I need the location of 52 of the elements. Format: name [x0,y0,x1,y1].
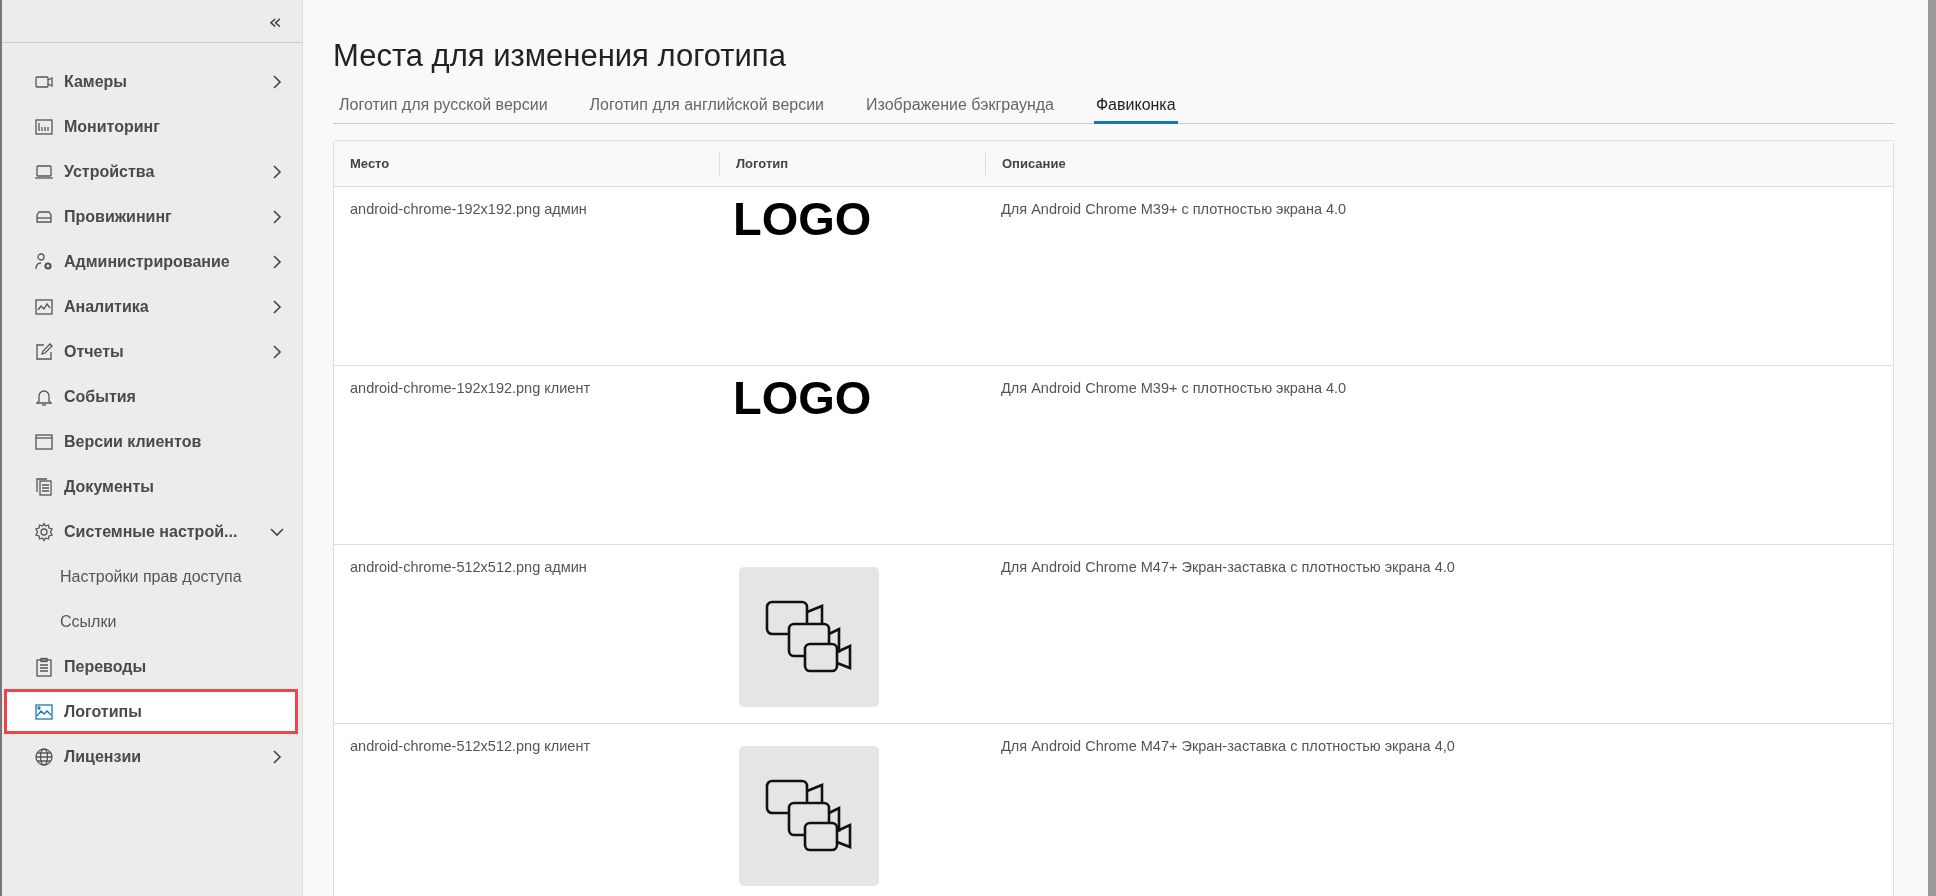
table-cell-text: Для Android Chrome M47+ Экран-заставка с плотностью экрана 4,0 [1000,737,1456,756]
tab[interactable]: Изображение бэкграунда [864,92,1056,124]
collapse-button[interactable]: « [264,8,286,34]
table-cell-text: android-chrome-192x192.png админ [349,200,588,219]
tab[interactable]: Логотип для английской версии [587,92,827,124]
bar-chart-icon [34,116,54,137]
sidebar-item[interactable]: Документы [4,464,298,509]
sidebar-item[interactable]: Переводы [4,644,298,689]
table-cell-text: Для Android Chrome M47+ Экран-заставка с плотностью экрана 4.0 [1000,558,1456,577]
sidebar-item[interactable]: Лицензии [4,734,298,779]
page-title: Места для изменения логотипа [333,38,787,74]
chevron-right-icon[interactable] [270,254,284,269]
column-header: Описание [985,152,1893,175]
sidebar-item[interactable]: Администрирование [4,239,298,284]
sidebar-item[interactable]: Провижининг [4,194,298,239]
image-icon [34,701,54,722]
logo-image: LOGO [733,195,872,242]
logo-image: LOGO [733,374,872,421]
user-gear-icon [34,251,54,272]
clipboard-icon [34,656,54,677]
table-cell-text: android-chrome-192x192.png клиент [349,379,592,398]
table-cell-text: Для Android Chrome M39+ с плотностью экрана 4.0 [1000,379,1348,398]
documents-icon [34,476,54,497]
sidebar-item[interactable]: Аналитика [4,284,298,329]
chevron-right-icon[interactable] [270,164,284,179]
chevron-right-icon[interactable] [270,74,284,89]
sidebar-item[interactable]: Логотипы [4,689,298,734]
table-cell-text: android-chrome-512x512.png админ [349,558,588,577]
tab[interactable]: Фавиконка [1093,92,1178,124]
sidebar-item[interactable]: Мониторинг [4,104,298,149]
chevron-right-icon[interactable] [270,209,284,224]
tab[interactable]: Логотип для русской версии [337,92,550,124]
globe-icon [34,746,54,767]
sidebar-item[interactable]: Версии клиентов [4,419,298,464]
chevron-right-icon[interactable] [270,344,284,359]
sidebar-item[interactable]: События [4,374,298,419]
table-cell-text: Для Android Chrome M39+ с плотностью экрана 4.0 [1000,200,1348,219]
sidebar-item[interactable]: Камеры [4,59,298,104]
edit-icon [34,341,54,362]
line-chart-icon [34,296,54,317]
sidebar-subitem[interactable]: Настройки прав доступа [2,554,302,599]
chevron-right-icon[interactable] [270,749,284,764]
table-cell-text: android-chrome-512x512.png клиент [349,737,592,756]
window-icon [34,431,54,452]
column-header: Логотип [719,152,985,175]
sidebar-subitem[interactable]: Ссылки [2,599,302,644]
sidebar-item[interactable]: Отчеты [4,329,298,374]
settings-icon [34,521,54,542]
chevron-right-icon[interactable] [270,299,284,314]
sidebar-item[interactable]: Устройства [4,149,298,194]
sidebar-item[interactable]: Системные настрой... [4,509,298,554]
column-header: Место [349,155,391,173]
